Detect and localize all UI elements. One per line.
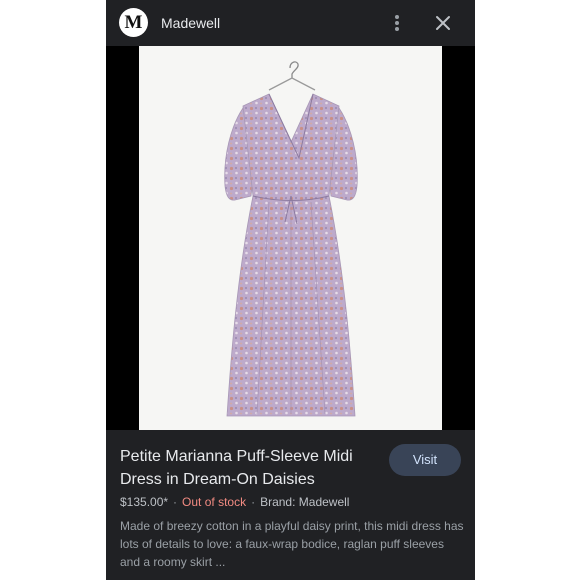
site-logo[interactable]: M: [119, 8, 148, 37]
product-image-area: [106, 46, 475, 430]
product-description: Made of breezy cotton in a playful daisy…: [120, 519, 464, 569]
close-icon[interactable]: [432, 12, 454, 34]
brand: Brand: Madewell: [260, 495, 350, 509]
lens-product-panel: M Madewell Petite Marianna Puff-Sleeve M…: [106, 0, 475, 580]
product-meta: $135.00* · Out of stock · Brand: Madewell: [120, 494, 349, 510]
separator-dot: ·: [251, 495, 256, 509]
product-title[interactable]: Petite Marianna Puff-Sleeve Midi Dress i…: [120, 445, 370, 491]
site-name[interactable]: Madewell: [161, 14, 220, 32]
stock-status: Out of stock: [182, 495, 247, 509]
top-bar: M Madewell: [106, 0, 475, 46]
visit-button[interactable]: Visit: [389, 444, 461, 476]
product-info: Petite Marianna Puff-Sleeve Midi Dress i…: [106, 430, 475, 580]
more-vertical-icon[interactable]: [387, 12, 407, 34]
product-image[interactable]: [139, 46, 442, 430]
price: $135.00*: [120, 495, 169, 509]
separator-dot: ·: [173, 495, 178, 509]
